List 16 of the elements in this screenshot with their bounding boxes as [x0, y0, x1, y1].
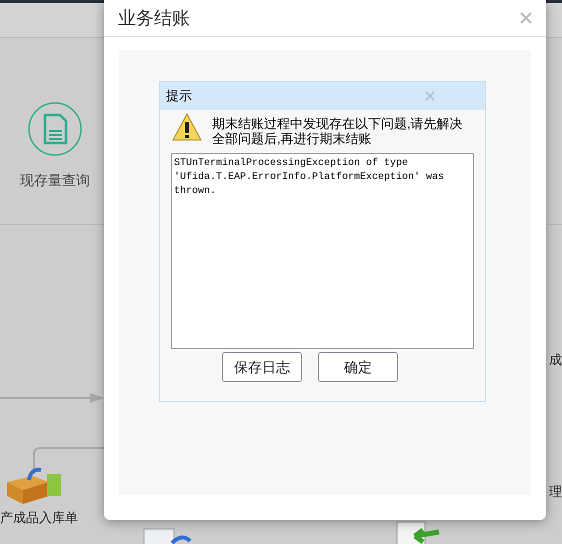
document-icon[interactable] — [28, 102, 82, 156]
shortcut-label[interactable]: 现存量查询 — [20, 170, 90, 191]
document-icon — [142, 527, 192, 544]
dialog-button[interactable]: 保存日志 — [222, 352, 302, 382]
message-box-title: 提示 — [166, 87, 192, 106]
dialog-title: 业务结账 — [118, 6, 190, 30]
flow-line — [33, 444, 105, 474]
shortcut-label[interactable]: 成 — [549, 350, 562, 370]
warning-icon — [172, 113, 202, 141]
dialog-button[interactable]: 确定 — [318, 352, 398, 382]
shortcut-label[interactable]: 产成品入库单 — [0, 508, 78, 528]
shortcut-label[interactable]: 理 — [549, 482, 562, 502]
details-textarea[interactable]: STUnTerminalProcessingException of type 'Ufida.T.EAP.ErrorInfo.PlatformException' was thrown. — [171, 153, 474, 349]
close-icon[interactable] — [520, 12, 532, 24]
close-icon[interactable] — [425, 91, 435, 101]
message-text: 期末结账过程中发现存在以下问题,请先解决全部问题后,再进行期末结账 — [212, 115, 464, 146]
